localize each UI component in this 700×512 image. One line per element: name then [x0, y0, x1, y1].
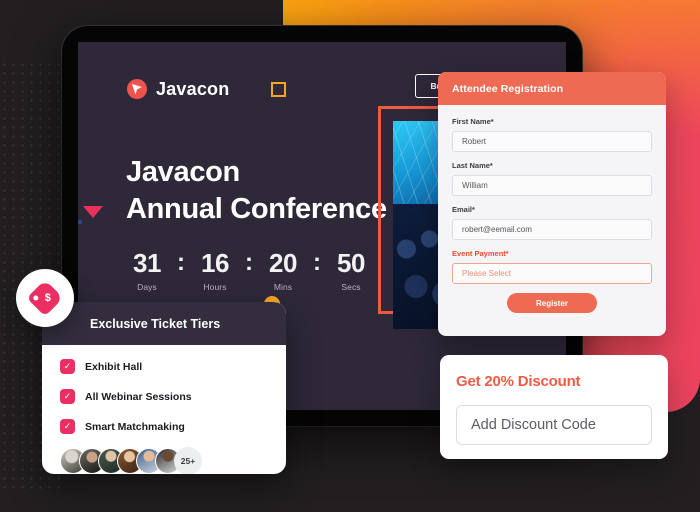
screenshot-root: Javacon Buy Tickets Javacon Annual Confe…	[0, 0, 700, 512]
tier-label-exhibit-hall: Exhibit Hall	[85, 360, 143, 373]
registration-form: First Name* Robert Last Name* William Em…	[438, 105, 666, 313]
countdown-label-days: Days	[137, 282, 157, 292]
countdown-value-hours: 16	[201, 248, 229, 278]
price-tag-dollar-icon: $	[26, 279, 64, 317]
countdown-separator-1: :	[177, 249, 185, 276]
orange-square-decoration	[271, 82, 286, 97]
page-title: Javacon Annual Conference	[126, 154, 387, 227]
avatar-overflow-count[interactable]: 25+	[174, 447, 202, 474]
countdown-label-secs: Secs	[341, 282, 361, 292]
hero-title-line-2: Annual Conference	[126, 192, 387, 225]
first-name-field[interactable]: Robert	[452, 131, 652, 152]
countdown-unit-days: 31 Days	[126, 250, 168, 292]
brand-name: Javacon	[156, 78, 230, 99]
list-item[interactable]: ✓ All Webinar Sessions	[60, 389, 286, 404]
checkbox-checked-icon[interactable]: ✓	[60, 359, 75, 374]
countdown-value-days: 31	[133, 248, 161, 278]
ticket-tiers-list: ✓ Exhibit Hall ✓ All Webinar Sessions ✓ …	[42, 345, 286, 434]
first-name-label: First Name*	[452, 117, 494, 126]
attendee-avatar-group: 25+	[42, 447, 286, 474]
discount-title: Get 20% Discount	[456, 373, 581, 390]
email-label: Email*	[452, 205, 475, 214]
countdown-timer: 31 Days : 16 Hours : 20 Mins : 50 Secs	[126, 250, 372, 292]
checkbox-checked-icon[interactable]: ✓	[60, 419, 75, 434]
tier-label-all-webinar-sessions: All Webinar Sessions	[85, 390, 192, 403]
registration-card-heading: Attendee Registration	[438, 72, 666, 105]
list-item[interactable]: ✓ Smart Matchmaking	[60, 419, 286, 434]
countdown-unit-secs: 50 Secs	[330, 250, 372, 292]
ticket-tiers-heading: Exclusive Ticket Tiers	[42, 302, 286, 345]
countdown-unit-mins: 20 Mins	[262, 250, 304, 292]
countdown-separator-2: :	[245, 249, 253, 276]
list-item[interactable]: ✓ Exhibit Hall	[60, 359, 286, 374]
checkbox-checked-icon[interactable]: ✓	[60, 389, 75, 404]
countdown-unit-hours: 16 Hours	[194, 250, 236, 292]
javacon-circle-arrow-icon	[126, 78, 148, 100]
exclusive-ticket-tiers-card: Exclusive Ticket Tiers ✓ Exhibit Hall ✓ …	[42, 302, 286, 474]
register-button[interactable]: Register	[507, 293, 597, 313]
hero-title-line-1: Javacon	[126, 156, 240, 188]
event-payment-select[interactable]: Please Select	[452, 263, 652, 284]
pink-triangle-decoration	[83, 206, 103, 218]
countdown-label-hours: Hours	[203, 282, 227, 292]
discount-code-input[interactable]: Add Discount Code	[456, 405, 652, 445]
countdown-value-secs: 50	[337, 248, 365, 278]
event-payment-label: Event Payment*	[452, 249, 509, 258]
tier-label-smart-matchmaking: Smart Matchmaking	[85, 420, 185, 433]
countdown-separator-3: :	[313, 249, 321, 276]
last-name-label: Last Name*	[452, 161, 493, 170]
price-tag-badge: $	[16, 269, 74, 327]
brand-logo[interactable]: Javacon	[126, 78, 229, 100]
attendee-registration-card: Attendee Registration First Name* Robert…	[438, 72, 666, 336]
discount-card: Get 20% Discount Add Discount Code	[440, 355, 668, 459]
blue-dot-decoration	[78, 220, 82, 224]
email-field[interactable]: robert@eemail.com	[452, 219, 652, 240]
countdown-label-mins: Mins	[273, 282, 293, 292]
last-name-field[interactable]: William	[452, 175, 652, 196]
countdown-value-mins: 20	[269, 248, 297, 278]
